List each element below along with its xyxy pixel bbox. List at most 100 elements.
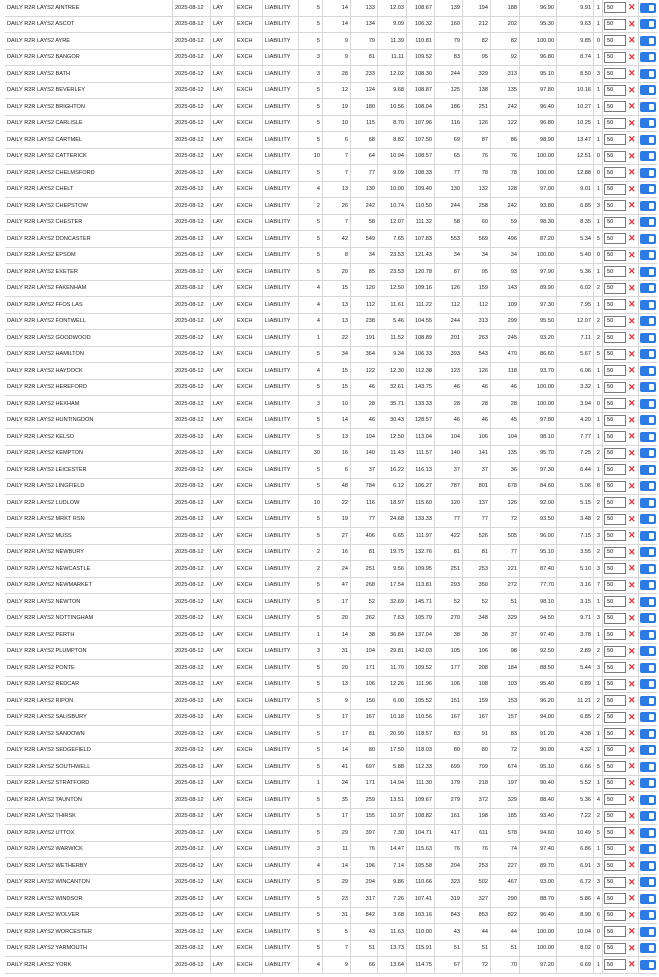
close-icon[interactable]: ✕ xyxy=(628,165,636,181)
stake-input[interactable] xyxy=(604,35,626,46)
stake-input[interactable] xyxy=(604,662,626,673)
stake-input[interactable] xyxy=(604,728,626,739)
stake-input[interactable] xyxy=(604,381,626,393)
stake-input[interactable] xyxy=(604,233,626,244)
stake-input[interactable] xyxy=(604,596,626,607)
toggle-switch-icon[interactable] xyxy=(640,778,656,789)
toggle-switch-icon[interactable] xyxy=(640,530,656,541)
toggle-switch-icon[interactable] xyxy=(640,514,656,525)
close-icon[interactable]: ✕ xyxy=(628,132,636,148)
toggle-switch-icon[interactable] xyxy=(640,481,656,492)
close-icon[interactable]: ✕ xyxy=(628,347,636,363)
stake-input[interactable] xyxy=(604,810,626,822)
close-icon[interactable]: ✕ xyxy=(628,842,636,858)
stake-input[interactable] xyxy=(604,546,626,558)
stake-input[interactable] xyxy=(604,695,626,706)
toggle-switch-icon[interactable] xyxy=(640,85,656,96)
close-icon[interactable]: ✕ xyxy=(628,677,636,693)
close-icon[interactable]: ✕ xyxy=(628,83,636,99)
toggle-switch-icon[interactable] xyxy=(640,398,656,409)
stake-input[interactable] xyxy=(604,315,626,327)
stake-input[interactable] xyxy=(604,431,626,442)
stake-input[interactable] xyxy=(604,167,626,178)
toggle-switch-icon[interactable] xyxy=(640,299,656,310)
stake-input[interactable] xyxy=(604,332,626,343)
close-icon[interactable]: ✕ xyxy=(628,479,636,495)
close-icon[interactable]: ✕ xyxy=(628,710,636,726)
close-icon[interactable]: ✕ xyxy=(628,17,636,33)
toggle-switch-icon[interactable] xyxy=(640,349,656,360)
stake-input[interactable] xyxy=(604,711,626,723)
toggle-switch-icon[interactable] xyxy=(640,728,656,739)
toggle-switch-icon[interactable] xyxy=(640,19,656,30)
stake-input[interactable] xyxy=(604,480,626,492)
toggle-switch-icon[interactable] xyxy=(640,151,656,162)
close-icon[interactable]: ✕ xyxy=(628,561,636,577)
stake-input[interactable] xyxy=(604,398,626,409)
toggle-switch-icon[interactable] xyxy=(640,200,656,211)
toggle-switch-icon[interactable] xyxy=(640,167,656,178)
toggle-switch-icon[interactable] xyxy=(640,547,656,558)
toggle-switch-icon[interactable] xyxy=(640,596,656,607)
toggle-switch-icon[interactable] xyxy=(640,316,656,327)
stake-input[interactable] xyxy=(604,926,626,937)
close-icon[interactable]: ✕ xyxy=(628,512,636,528)
stake-input[interactable] xyxy=(604,843,626,855)
toggle-switch-icon[interactable] xyxy=(640,217,656,228)
toggle-switch-icon[interactable] xyxy=(640,860,656,871)
toggle-switch-icon[interactable] xyxy=(640,382,656,393)
toggle-switch-icon[interactable] xyxy=(640,926,656,937)
close-icon[interactable]: ✕ xyxy=(628,545,636,561)
toggle-switch-icon[interactable] xyxy=(640,2,656,13)
close-icon[interactable]: ✕ xyxy=(628,528,636,544)
stake-input[interactable] xyxy=(604,134,626,145)
toggle-switch-icon[interactable] xyxy=(640,761,656,772)
stake-input[interactable] xyxy=(604,860,626,871)
stake-input[interactable] xyxy=(604,942,626,954)
toggle-switch-icon[interactable] xyxy=(640,497,656,508)
stake-input[interactable] xyxy=(604,959,626,970)
toggle-switch-icon[interactable] xyxy=(640,266,656,277)
toggle-switch-icon[interactable] xyxy=(640,118,656,129)
stake-input[interactable] xyxy=(604,794,626,805)
stake-input[interactable] xyxy=(604,530,626,541)
stake-input[interactable] xyxy=(604,612,626,624)
close-icon[interactable]: ✕ xyxy=(628,33,636,49)
stake-input[interactable] xyxy=(604,117,626,129)
close-icon[interactable]: ✕ xyxy=(628,429,636,445)
close-icon[interactable]: ✕ xyxy=(628,66,636,82)
stake-input[interactable] xyxy=(604,909,626,921)
toggle-switch-icon[interactable] xyxy=(640,431,656,442)
close-icon[interactable]: ✕ xyxy=(628,809,636,825)
close-icon[interactable]: ✕ xyxy=(628,693,636,709)
close-icon[interactable]: ✕ xyxy=(628,116,636,132)
stake-input[interactable] xyxy=(604,777,626,789)
close-icon[interactable]: ✕ xyxy=(628,891,636,907)
stake-input[interactable] xyxy=(604,678,626,690)
stake-input[interactable] xyxy=(604,761,626,772)
close-icon[interactable]: ✕ xyxy=(628,957,636,973)
close-icon[interactable]: ✕ xyxy=(628,182,636,198)
toggle-switch-icon[interactable] xyxy=(640,283,656,294)
close-icon[interactable]: ✕ xyxy=(628,825,636,841)
close-icon[interactable]: ✕ xyxy=(628,792,636,808)
close-icon[interactable]: ✕ xyxy=(628,743,636,759)
toggle-switch-icon[interactable] xyxy=(640,332,656,343)
toggle-switch-icon[interactable] xyxy=(640,679,656,690)
close-icon[interactable]: ✕ xyxy=(628,264,636,280)
toggle-switch-icon[interactable] xyxy=(640,893,656,904)
close-icon[interactable]: ✕ xyxy=(628,330,636,346)
stake-input[interactable] xyxy=(604,876,626,888)
stake-input[interactable] xyxy=(604,365,626,376)
toggle-switch-icon[interactable] xyxy=(640,662,656,673)
toggle-switch-icon[interactable] xyxy=(640,877,656,888)
toggle-switch-icon[interactable] xyxy=(640,415,656,426)
toggle-switch-icon[interactable] xyxy=(640,745,656,756)
close-icon[interactable]: ✕ xyxy=(628,297,636,313)
stake-input[interactable] xyxy=(604,447,626,459)
stake-input[interactable] xyxy=(604,200,626,211)
stake-input[interactable] xyxy=(604,266,626,277)
close-icon[interactable]: ✕ xyxy=(628,380,636,396)
toggle-switch-icon[interactable] xyxy=(640,811,656,822)
toggle-switch-icon[interactable] xyxy=(640,910,656,921)
